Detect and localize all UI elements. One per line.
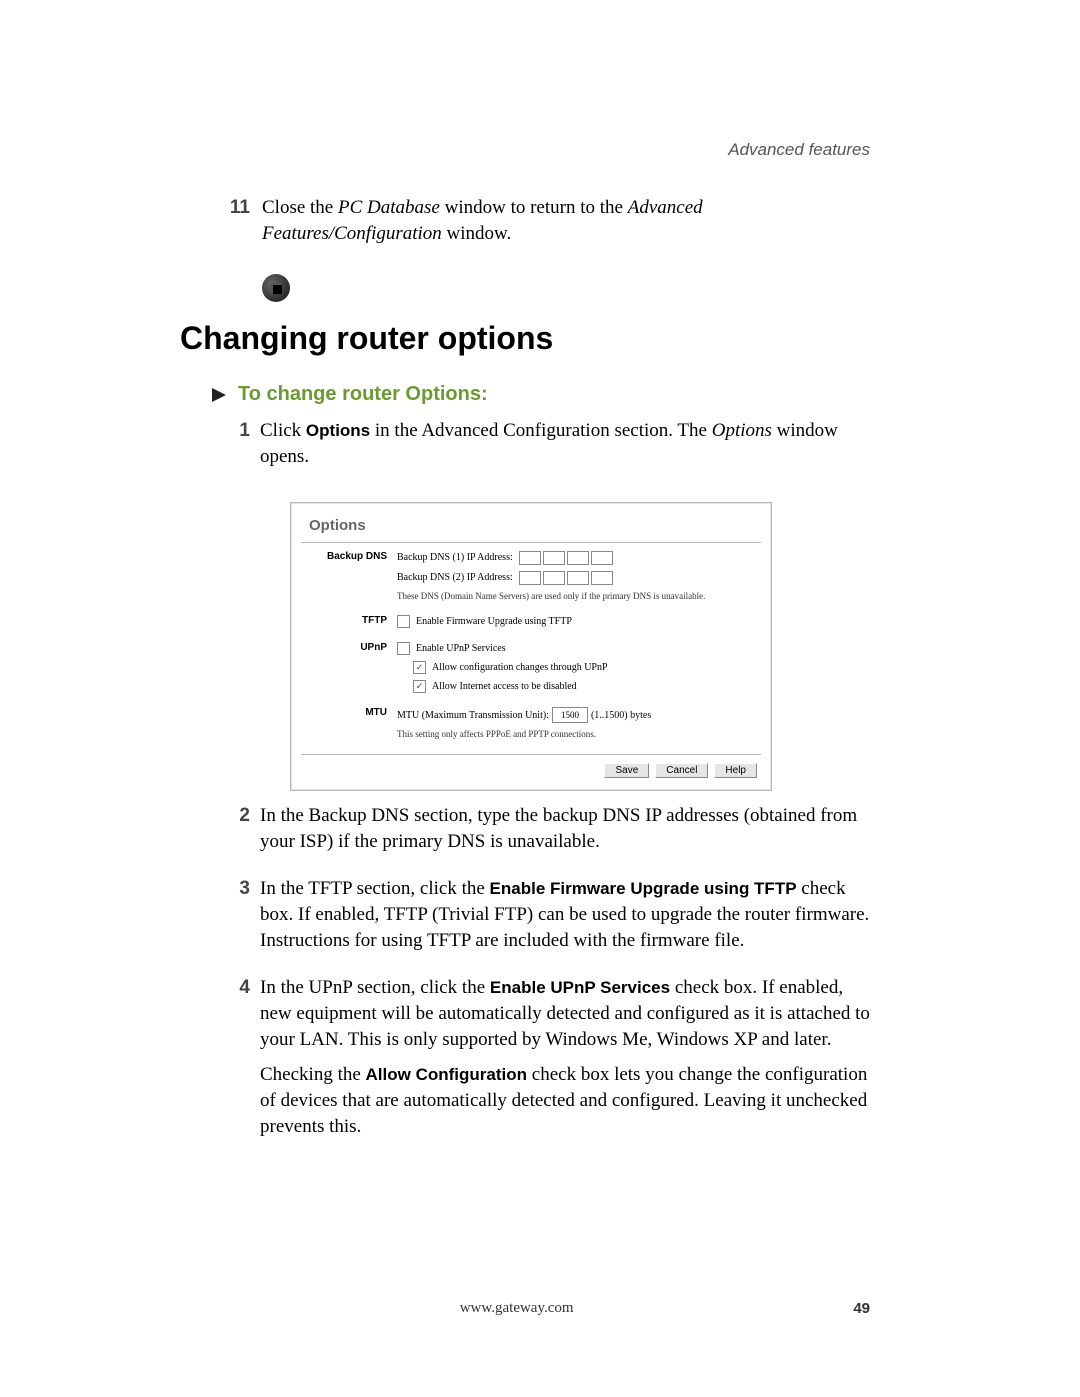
- text: In the UPnP section, click the: [260, 977, 490, 998]
- panel-button-row: Save Cancel Help: [291, 755, 771, 790]
- field-label: MTU (Maximum Transmission Unit):: [397, 710, 549, 721]
- step-body: In the Backup DNS section, type the back…: [260, 803, 870, 864]
- text: In the Backup DNS section, type the back…: [260, 803, 870, 854]
- row-backup-dns: Backup DNS Backup DNS (1) IP Address: Ba…: [301, 543, 761, 608]
- list-item: 3 In the TFTP section, click the Enable …: [180, 876, 870, 963]
- list-item: 1 Click Options in the Advanced Configur…: [180, 418, 870, 479]
- note-text: These DNS (Domain Name Servers) are used…: [397, 591, 761, 602]
- checkbox[interactable]: [413, 661, 426, 674]
- subheading-row: To change router Options:: [210, 383, 870, 406]
- checkbox-label: Allow configuration changes through UPnP: [432, 662, 608, 673]
- ip-octet-input[interactable]: [543, 571, 565, 585]
- ip-input-group[interactable]: [519, 551, 613, 565]
- step-11: 11 Close the PC Database window to retur…: [180, 195, 870, 246]
- checkbox[interactable]: [397, 642, 410, 655]
- note-text: This setting only affects PPPoE and PPTP…: [397, 729, 761, 740]
- section-end-icon: [262, 274, 290, 302]
- numbered-list: 1 Click Options in the Advanced Configur…: [180, 418, 870, 1149]
- field-label: Backup DNS (1) IP Address:: [397, 552, 513, 563]
- row-label: Backup DNS: [301, 551, 397, 608]
- panel-body: Backup DNS Backup DNS (1) IP Address: Ba…: [301, 542, 761, 756]
- text: Close the: [262, 197, 338, 218]
- save-button[interactable]: Save: [604, 763, 649, 778]
- field-hint: (1..1500) bytes: [591, 710, 651, 721]
- ip-octet-input[interactable]: [519, 571, 541, 585]
- step-number: 2: [180, 803, 260, 864]
- row-tftp: TFTP Enable Firmware Upgrade using TFTP: [301, 607, 761, 634]
- list-item: 4 In the UPnP section, click the Enable …: [180, 975, 870, 1149]
- ip-input-group[interactable]: [519, 571, 613, 585]
- ip-octet-input[interactable]: [543, 551, 565, 565]
- panel-title: Options: [291, 503, 771, 536]
- ip-octet-input[interactable]: [591, 551, 613, 565]
- step-body: In the UPnP section, click the Enable UP…: [260, 975, 870, 1149]
- step-body: Close the PC Database window to return t…: [262, 195, 870, 246]
- ip-octet-input[interactable]: [567, 551, 589, 565]
- step-number: 11: [180, 195, 262, 246]
- text: In the TFTP section, click the: [260, 878, 490, 899]
- ip-octet-input[interactable]: [519, 551, 541, 565]
- page: Advanced features 11 Close the PC Databa…: [0, 0, 1080, 1397]
- row-label: TFTP: [301, 615, 397, 634]
- text: window.: [442, 223, 512, 244]
- ip-octet-input[interactable]: [567, 571, 589, 585]
- cancel-button[interactable]: Cancel: [655, 763, 708, 778]
- text-bold: Allow Configuration: [366, 1065, 527, 1084]
- checkbox[interactable]: [413, 680, 426, 693]
- text: in the Advanced Configuration section. T…: [370, 420, 712, 441]
- page-footer: www.gateway.com 49: [180, 1300, 870, 1317]
- checkbox-label: Allow Internet access to be disabled: [432, 681, 577, 692]
- page-number: 49: [853, 1300, 870, 1317]
- text-bold: Enable UPnP Services: [490, 978, 670, 997]
- text: Checking the: [260, 1064, 366, 1085]
- options-panel: Options Backup DNS Backup DNS (1) IP Add…: [290, 502, 772, 792]
- row-upnp: UPnP Enable UPnP Services Allow configur…: [301, 634, 761, 699]
- checkbox[interactable]: [397, 615, 410, 628]
- row-label: MTU: [301, 707, 397, 746]
- text-bold: Enable Firmware Upgrade using TFTP: [490, 879, 797, 898]
- text-em: PC Database: [338, 197, 440, 218]
- ip-octet-input[interactable]: [591, 571, 613, 585]
- step-number: 1: [180, 418, 260, 479]
- page-title: Changing router options: [180, 320, 870, 357]
- text-bold: Options: [306, 421, 370, 440]
- text-em: Options: [712, 420, 772, 441]
- help-button[interactable]: Help: [714, 763, 757, 778]
- step-body: Click Options in the Advanced Configurat…: [260, 418, 870, 479]
- field-label: Backup DNS (2) IP Address:: [397, 572, 513, 583]
- step-number: 4: [180, 975, 260, 1149]
- footer-url: www.gateway.com: [180, 1300, 853, 1317]
- checkbox-label: Enable UPnP Services: [416, 643, 506, 654]
- mtu-input[interactable]: 1500: [552, 707, 588, 723]
- play-icon: [210, 386, 228, 404]
- text: window to return to the: [440, 197, 628, 218]
- list-item: 2 In the Backup DNS section, type the ba…: [180, 803, 870, 864]
- step-number: 3: [180, 876, 260, 963]
- checkbox-label: Enable Firmware Upgrade using TFTP: [416, 616, 572, 627]
- step-body: In the TFTP section, click the Enable Fi…: [260, 876, 870, 963]
- row-label: UPnP: [301, 642, 397, 699]
- subheading: To change router Options:: [238, 383, 488, 406]
- row-mtu: MTU MTU (Maximum Transmission Unit): 150…: [301, 699, 761, 746]
- running-head: Advanced features: [728, 140, 870, 160]
- text: Click: [260, 420, 306, 441]
